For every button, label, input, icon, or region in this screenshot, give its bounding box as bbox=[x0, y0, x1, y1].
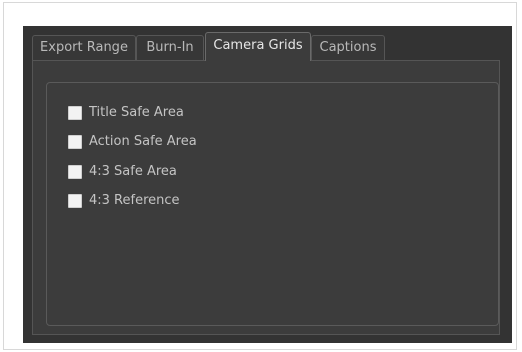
four-three-reference-label: 4:3 Reference bbox=[89, 193, 180, 208]
four-three-reference-option[interactable]: 4:3 Reference bbox=[68, 192, 180, 210]
export-settings-dialog: Export Range Burn-In Camera Grids Captio… bbox=[23, 26, 512, 343]
action-safe-area-checkbox[interactable] bbox=[68, 135, 82, 149]
four-three-safe-area-label: 4:3 Safe Area bbox=[89, 164, 177, 179]
screenshot-frame: Export Range Burn-In Camera Grids Captio… bbox=[3, 2, 517, 350]
four-three-safe-area-option[interactable]: 4:3 Safe Area bbox=[68, 163, 177, 181]
action-safe-area-option[interactable]: Action Safe Area bbox=[68, 133, 197, 151]
title-safe-area-option[interactable]: Title Safe Area bbox=[68, 104, 184, 122]
title-safe-area-checkbox[interactable] bbox=[68, 106, 82, 120]
tab-burn-in[interactable]: Burn-In bbox=[136, 35, 204, 60]
camera-grids-group: Title Safe Area Action Safe Area 4:3 Saf… bbox=[46, 82, 499, 326]
tab-export-range[interactable]: Export Range bbox=[32, 35, 136, 60]
tab-camera-grids[interactable]: Camera Grids bbox=[205, 32, 311, 61]
four-three-reference-checkbox[interactable] bbox=[68, 194, 82, 208]
camera-grids-pane: Title Safe Area Action Safe Area 4:3 Saf… bbox=[32, 60, 500, 335]
tab-captions[interactable]: Captions bbox=[311, 35, 385, 60]
title-safe-area-label: Title Safe Area bbox=[89, 105, 184, 120]
four-three-safe-area-checkbox[interactable] bbox=[68, 165, 82, 179]
action-safe-area-label: Action Safe Area bbox=[89, 134, 197, 149]
